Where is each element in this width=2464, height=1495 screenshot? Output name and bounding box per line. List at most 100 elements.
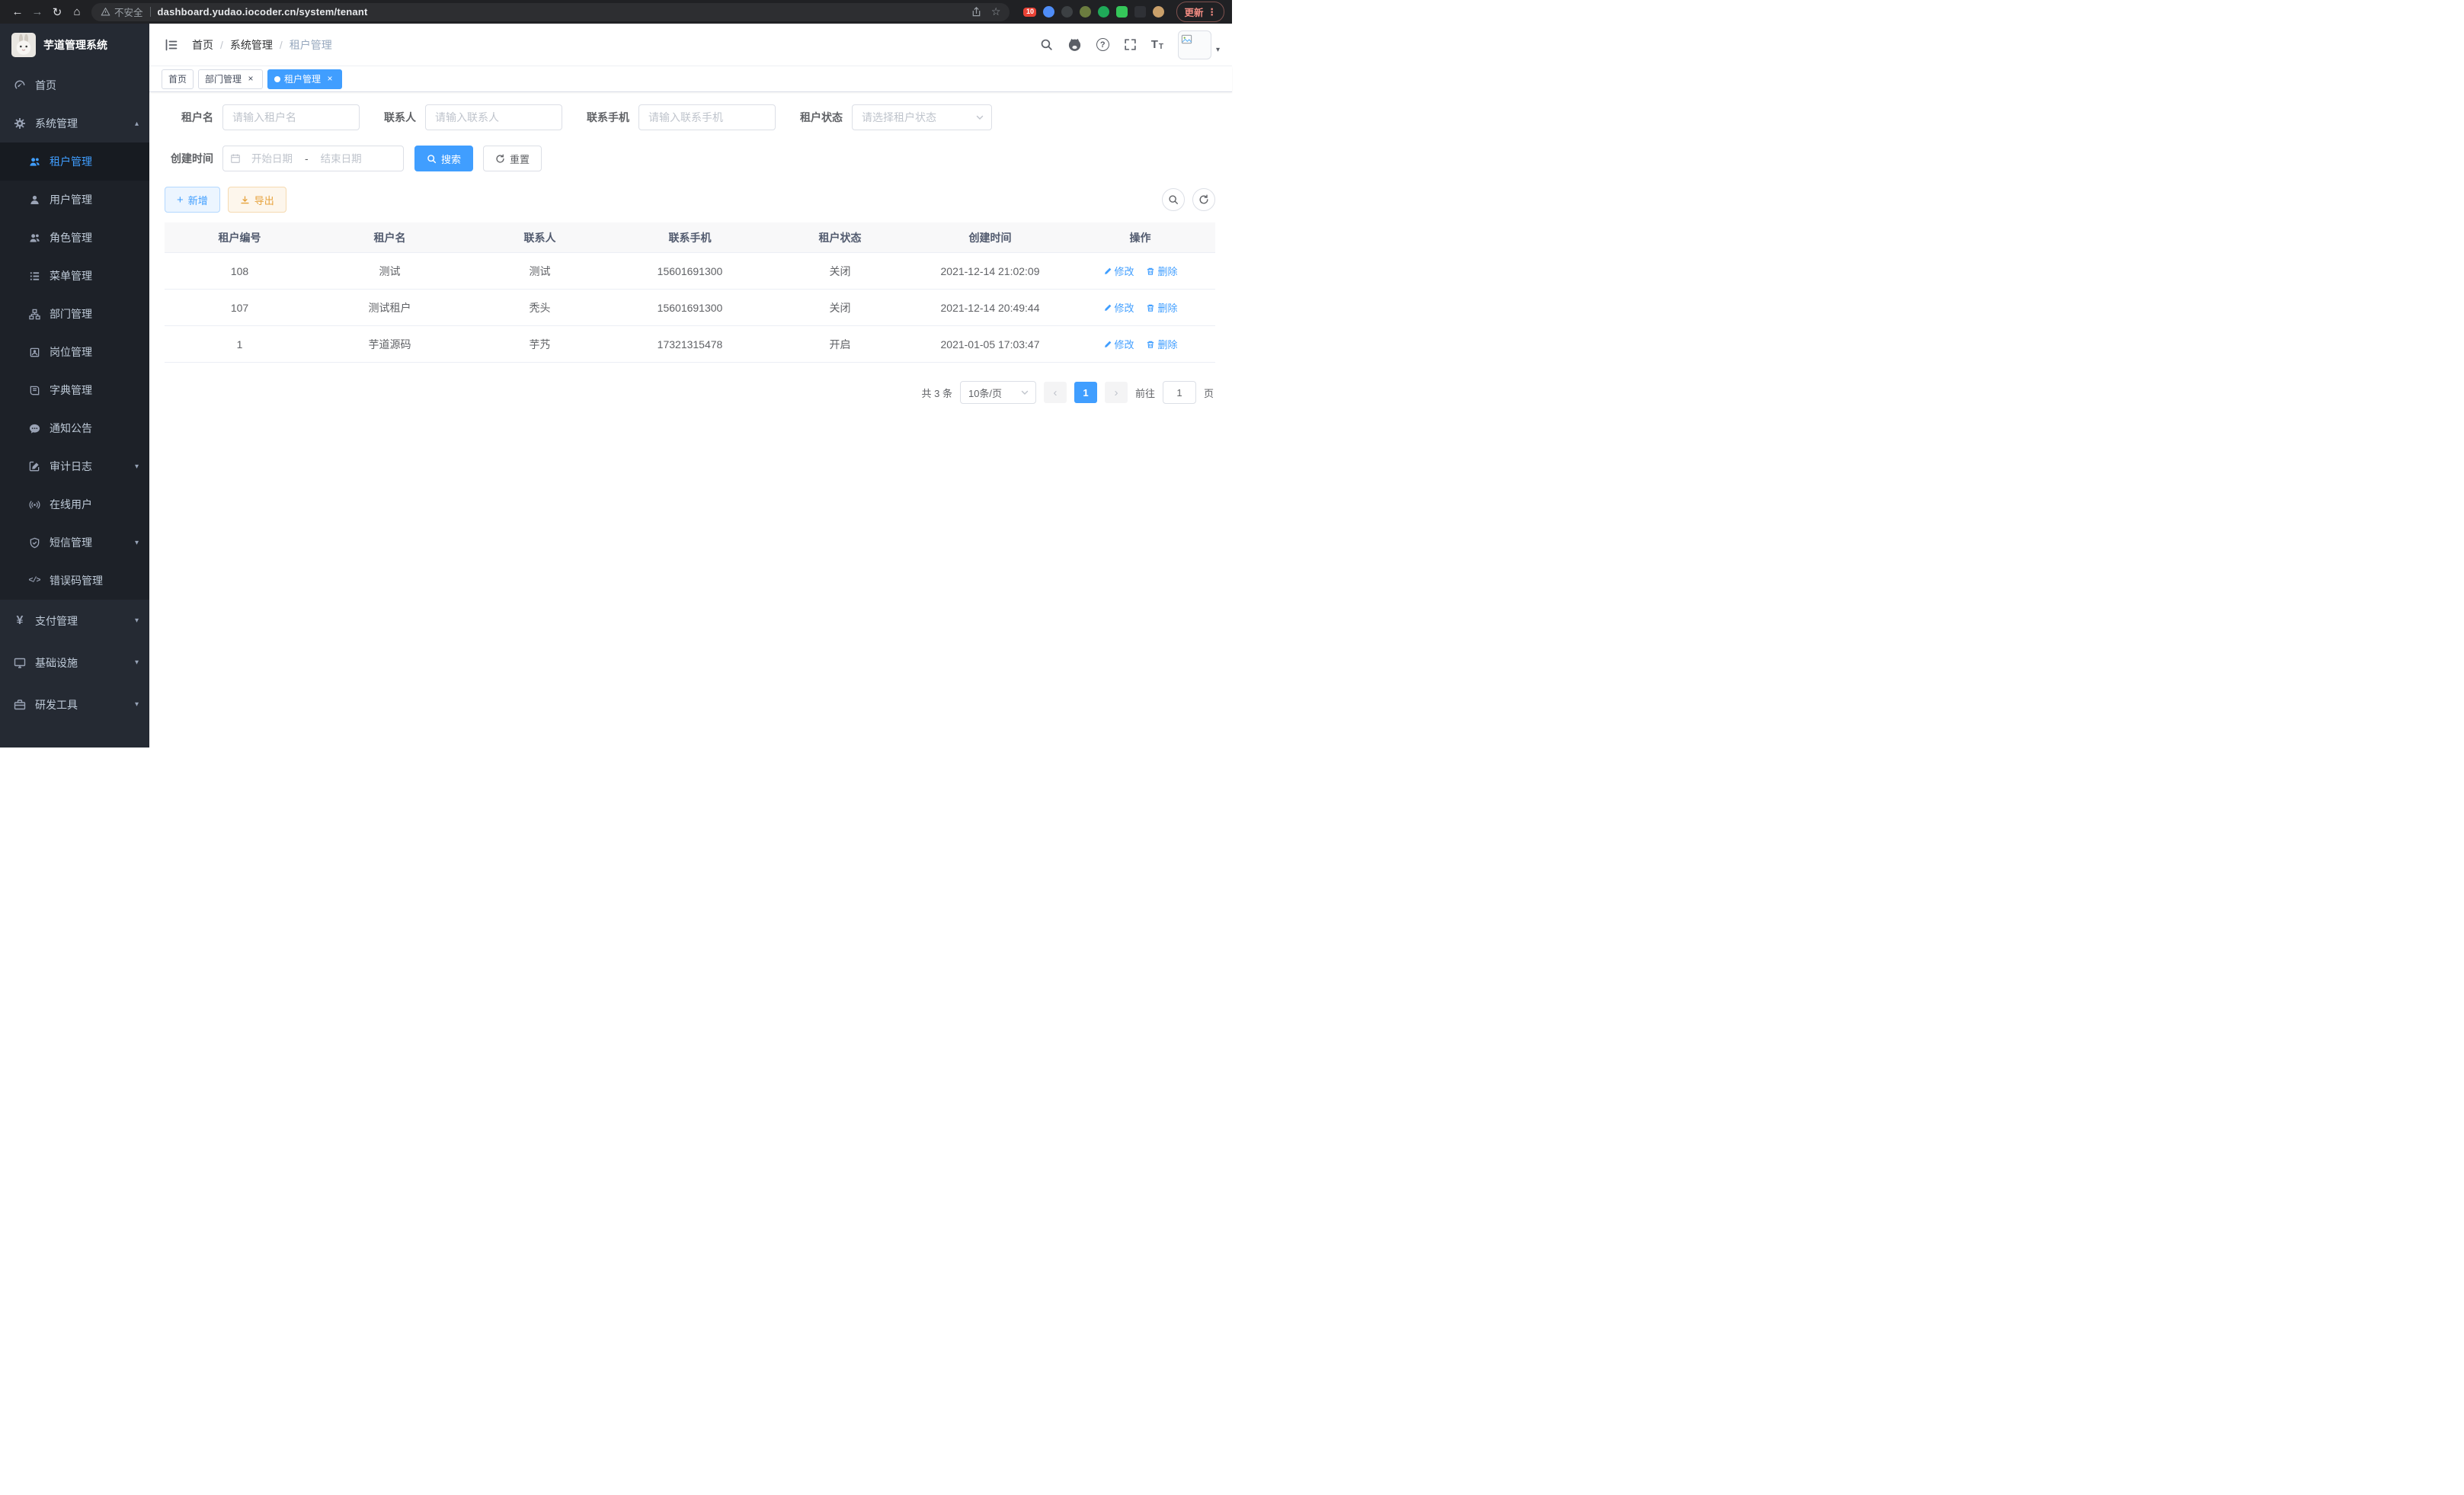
delete-link[interactable]: 删除 xyxy=(1146,337,1177,351)
contact-input[interactable] xyxy=(425,104,562,130)
address-bar[interactable]: 不安全 dashboard.yudao.iocoder.cn/system/te… xyxy=(91,3,1010,21)
sidebar-collapse-icon[interactable] xyxy=(162,35,181,55)
edit-log-icon xyxy=(27,459,41,473)
sidebar-item-notice[interactable]: 通知公告 xyxy=(0,409,149,447)
edit-link[interactable]: 修改 xyxy=(1103,337,1134,351)
status-select[interactable]: 请选择租户状态 xyxy=(852,104,992,130)
extension-badge[interactable]: 10 xyxy=(1023,8,1036,17)
prev-page-button[interactable]: ‹ xyxy=(1044,382,1067,403)
sidebar-item-online-users[interactable]: 在线用户 xyxy=(0,485,149,523)
tenant-status: 开启 xyxy=(765,337,915,352)
breadcrumb-home[interactable]: 首页 xyxy=(192,37,213,53)
phone-input[interactable] xyxy=(638,104,776,130)
home-icon[interactable]: ⌂ xyxy=(67,2,87,22)
sidebar-item-home[interactable]: 首页 xyxy=(0,66,149,104)
export-button[interactable]: 导出 xyxy=(228,187,286,213)
sidebar-item-dev-tools[interactable]: 研发工具 ▾ xyxy=(0,683,149,725)
sidebar-item-dict-management[interactable]: 字典管理 xyxy=(0,371,149,409)
shield-icon xyxy=(27,536,41,549)
next-page-button[interactable]: › xyxy=(1105,382,1128,403)
sidebar-item-infrastructure[interactable]: 基础设施 ▾ xyxy=(0,642,149,683)
sidebar-item-role-management[interactable]: 角色管理 xyxy=(0,219,149,257)
user-avatar-menu[interactable]: ▾ xyxy=(1178,30,1220,59)
active-dot-icon xyxy=(274,76,280,82)
table-row: 107 测试租户 秃头 15601691300 关闭 2021-12-14 20… xyxy=(165,290,1215,326)
page-size-select[interactable]: 10条/页 xyxy=(960,381,1036,404)
search-button[interactable]: 搜索 xyxy=(414,146,473,171)
bookmark-star-icon[interactable]: ☆ xyxy=(991,5,1001,18)
close-icon[interactable]: × xyxy=(245,74,256,85)
sidebar-item-audit-log[interactable]: 审计日志 ▾ xyxy=(0,447,149,485)
page-number-button[interactable]: 1 xyxy=(1074,382,1097,403)
sidebar-item-dept-management[interactable]: 部门管理 xyxy=(0,295,149,333)
tenant-table: 租户编号 租户名 联系人 联系手机 租户状态 创建时间 操作 108 测试 测试… xyxy=(165,222,1215,363)
sidebar-item-post-management[interactable]: 岗位管理 xyxy=(0,333,149,371)
book-icon xyxy=(27,383,41,397)
extension-icon[interactable] xyxy=(1098,6,1109,18)
search-icon[interactable] xyxy=(1040,38,1053,51)
tag-home[interactable]: 首页 xyxy=(162,69,194,89)
refresh-table-button[interactable] xyxy=(1192,188,1215,211)
delete-link[interactable]: 删除 xyxy=(1146,264,1177,278)
system-submenu: 租户管理 用户管理 角色管理 菜单管理 部门管理 岗位管理 xyxy=(0,142,149,600)
toggle-search-button[interactable] xyxy=(1162,188,1185,211)
sidebar-item-menu-management[interactable]: 菜单管理 xyxy=(0,257,149,295)
sidebar-item-tenant-management[interactable]: 租户管理 xyxy=(0,142,149,181)
tags-view: 首页 部门管理 × 租户管理 × xyxy=(149,66,1232,92)
avatar[interactable] xyxy=(1178,30,1211,59)
share-icon[interactable] xyxy=(971,6,982,18)
tag-tenant-management[interactable]: 租户管理 × xyxy=(267,69,342,89)
edit-link[interactable]: 修改 xyxy=(1103,264,1134,278)
url-text[interactable]: dashboard.yudao.iocoder.cn/system/tenant xyxy=(158,6,368,18)
sidebar-item-user-management[interactable]: 用户管理 xyxy=(0,181,149,219)
add-button[interactable]: + 新增 xyxy=(165,187,220,213)
extension-icon[interactable] xyxy=(1116,6,1128,18)
tag-dept-management[interactable]: 部门管理 × xyxy=(198,69,263,89)
edit-link[interactable]: 修改 xyxy=(1103,300,1134,315)
tenant-name-input[interactable] xyxy=(222,104,360,130)
delete-link[interactable]: 删除 xyxy=(1146,300,1177,315)
back-icon[interactable]: ← xyxy=(8,2,27,22)
refresh-icon xyxy=(495,154,505,164)
reset-button[interactable]: 重置 xyxy=(483,146,542,171)
app-logo[interactable]: 芋道管理系统 xyxy=(0,24,149,66)
extension-icon[interactable] xyxy=(1134,6,1146,18)
close-icon[interactable]: × xyxy=(325,74,335,85)
browser-update-button[interactable]: 更新 ⋮ xyxy=(1176,2,1224,22)
col-contact: 联系人 xyxy=(465,230,615,245)
start-date-input[interactable] xyxy=(244,153,300,165)
sidebar-item-pay-management[interactable]: ¥ 支付管理 ▾ xyxy=(0,600,149,642)
tenant-phone: 15601691300 xyxy=(615,302,765,314)
download-icon xyxy=(240,195,250,205)
end-date-input[interactable] xyxy=(313,153,370,165)
breadcrumb-system[interactable]: 系统管理 xyxy=(230,37,273,53)
forward-icon[interactable]: → xyxy=(27,2,47,22)
sidebar-item-error-code-management[interactable]: </> 错误码管理 xyxy=(0,562,149,600)
sidebar-item-sms-management[interactable]: 短信管理 ▾ xyxy=(0,523,149,562)
sidebar-item-label: 字典管理 xyxy=(50,383,92,398)
font-size-icon[interactable]: TT xyxy=(1151,38,1163,51)
breadcrumb-separator: / xyxy=(220,39,223,51)
create-time-label: 创建时间 xyxy=(165,151,213,166)
sidebar-item-label: 研发工具 xyxy=(35,697,78,712)
extension-icon[interactable] xyxy=(1061,6,1073,18)
sidebar-item-system-management[interactable]: 系统管理 ▴ xyxy=(0,104,149,142)
fullscreen-icon[interactable] xyxy=(1124,38,1137,51)
trash-icon xyxy=(1146,340,1155,349)
kebab-menu-icon[interactable]: ⋮ xyxy=(1208,6,1218,18)
extension-icon[interactable] xyxy=(1080,6,1091,18)
reload-icon[interactable]: ↻ xyxy=(47,2,67,22)
github-icon[interactable] xyxy=(1067,37,1082,52)
extension-icon[interactable] xyxy=(1043,6,1054,18)
tenant-status: 关闭 xyxy=(765,264,915,279)
profile-avatar-icon[interactable] xyxy=(1153,6,1164,18)
help-icon[interactable]: ? xyxy=(1096,38,1109,51)
sidebar-item-label: 错误码管理 xyxy=(50,573,103,588)
table-row: 1 芋道源码 芋艿 17321315478 开启 2021-01-05 17:0… xyxy=(165,326,1215,363)
date-range-picker[interactable]: - xyxy=(222,146,404,171)
goto-page-input[interactable] xyxy=(1163,381,1196,404)
tenant-name-label: 租户名 xyxy=(165,110,213,125)
org-tree-icon xyxy=(27,307,41,321)
security-chip[interactable]: 不安全 xyxy=(101,5,143,19)
tag-label: 首页 xyxy=(168,72,187,85)
